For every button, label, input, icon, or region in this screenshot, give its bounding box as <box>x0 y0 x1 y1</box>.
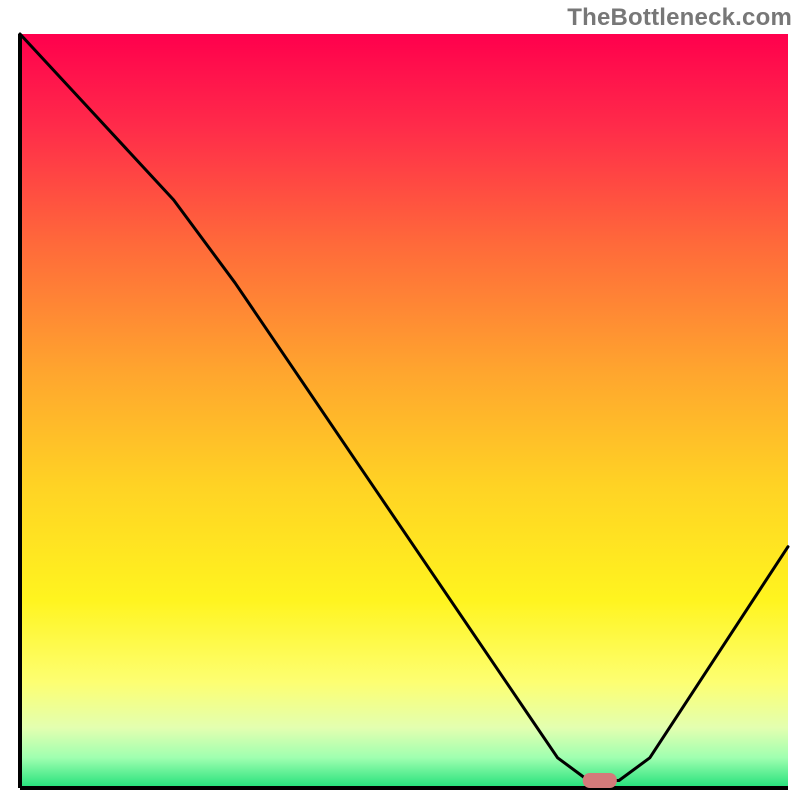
plot-background <box>20 34 788 788</box>
chart-container: TheBottleneck.com <box>0 0 800 800</box>
optimal-point-marker <box>583 773 617 788</box>
watermark-text: TheBottleneck.com <box>567 4 792 32</box>
bottleneck-chart <box>0 0 800 800</box>
plot-area <box>20 34 788 788</box>
